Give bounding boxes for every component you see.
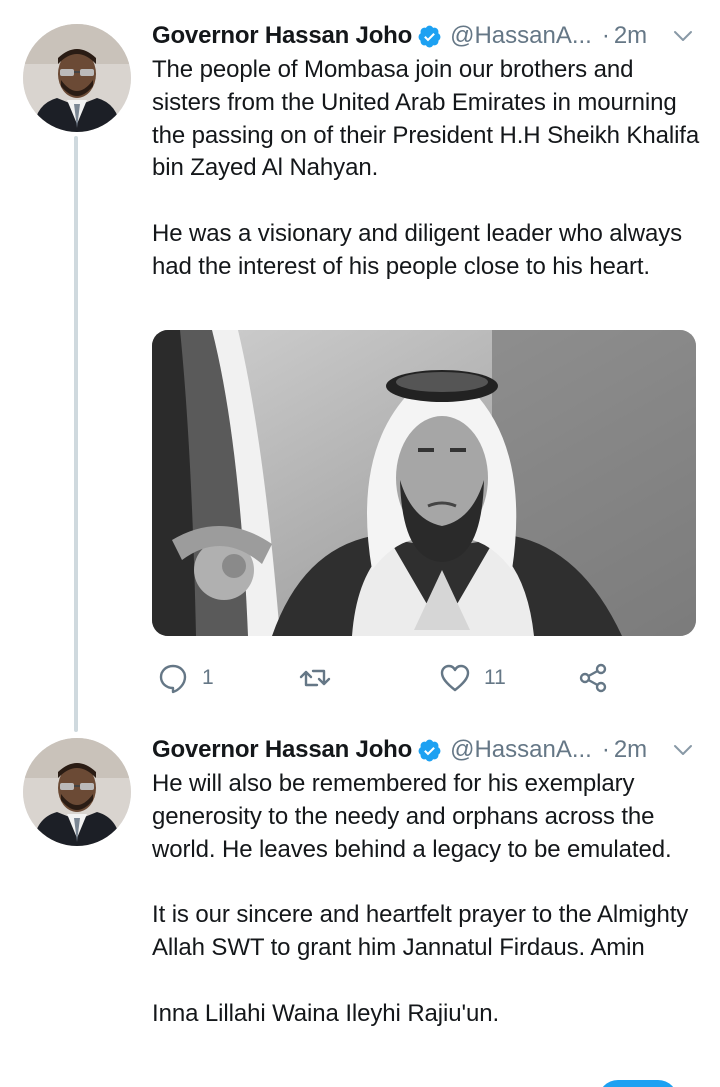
- like-button[interactable]: 11: [438, 656, 506, 700]
- tweet[interactable]: Governor Hassan Joho @HassanA... · 2m He…: [0, 720, 720, 1087]
- author-name[interactable]: Governor Hassan Joho: [152, 736, 412, 764]
- tweet-text: He will also be remembered for his exemp…: [152, 768, 700, 1030]
- tweet-media-image[interactable]: [152, 330, 696, 636]
- like-count: 11: [484, 666, 506, 689]
- tweet-text: The people of Mombasa join our brothers …: [152, 54, 700, 284]
- reply-icon: [156, 661, 190, 695]
- share-button[interactable]: [576, 656, 610, 700]
- tweet[interactable]: Governor Hassan Joho @HassanA... · 2m Th…: [0, 0, 720, 720]
- header-separator: ·: [601, 736, 610, 763]
- tweet-header: Governor Hassan Joho @HassanA... · 2m: [152, 19, 696, 53]
- tweet-paragraph: It is our sincere and heartfelt prayer t…: [152, 901, 689, 961]
- header-separator: ·: [601, 22, 610, 49]
- chevron-down-icon[interactable]: [670, 23, 696, 49]
- author-handle[interactable]: @HassanA...: [450, 22, 592, 50]
- author-handle[interactable]: @HassanA...: [450, 736, 592, 764]
- verified-badge-icon: [417, 738, 442, 763]
- share-icon: [576, 661, 610, 695]
- avatar[interactable]: [23, 738, 131, 846]
- chevron-down-icon[interactable]: [670, 737, 696, 763]
- tweet-header: Governor Hassan Joho @HassanA... · 2m: [152, 733, 696, 767]
- avatar[interactable]: [23, 24, 131, 132]
- tweet-paragraph: Inna Lillahi Waina Ileyhi Rajiu'un.: [152, 999, 500, 1027]
- reply-button[interactable]: 1: [156, 656, 214, 700]
- tweet-paragraph: He will also be remembered for his exemp…: [152, 770, 672, 863]
- tweet-paragraph: He was a visionary and diligent leader w…: [152, 219, 683, 280]
- tweet-paragraph: The people of Mombasa join our brothers …: [152, 56, 700, 182]
- reply-count: 1: [202, 666, 214, 689]
- tweet-timestamp[interactable]: 2m: [614, 736, 647, 764]
- retweet-button[interactable]: [298, 656, 344, 700]
- tweet-action-bar: 1 11: [152, 656, 622, 700]
- author-name[interactable]: Governor Hassan Joho: [152, 22, 412, 50]
- retweet-icon: [298, 661, 332, 695]
- tweet-timestamp[interactable]: 2m: [614, 22, 647, 50]
- avatar-image: [23, 738, 131, 846]
- compose-button-edge[interactable]: [598, 1080, 678, 1087]
- verified-badge-icon: [417, 24, 442, 49]
- heart-icon: [438, 661, 472, 695]
- avatar-image: [23, 24, 131, 132]
